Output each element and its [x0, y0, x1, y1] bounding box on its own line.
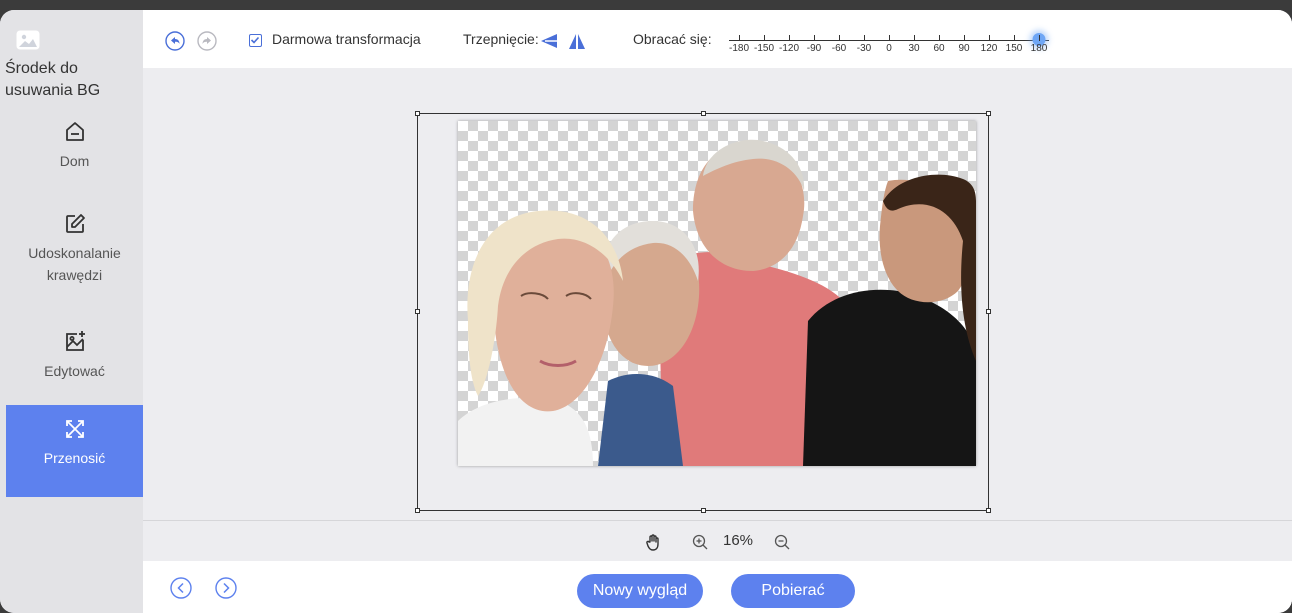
sidebar-item-label: Przenosić: [43, 450, 106, 466]
sidebar-item-label: Udoskonalanie krawędzi: [28, 245, 121, 283]
sidebar: Środek do usuwania BG Dom Udoskonalanie …: [0, 10, 143, 613]
app-title: Środek do usuwania BG: [5, 60, 101, 99]
edit-square-icon: [65, 214, 85, 233]
rotate-tick: [1039, 35, 1040, 41]
people-cutout-image: [458, 139, 976, 466]
rotate-tick: [839, 35, 840, 41]
footer: Nowy wygląd Pobierać: [143, 561, 1292, 613]
rotate-tick-label: -120: [778, 43, 800, 54]
zoom-in-icon[interactable]: [691, 533, 709, 551]
resize-handle-right[interactable]: [986, 309, 991, 314]
rotate-tick: [889, 35, 890, 41]
rotate-tick: [939, 35, 940, 41]
flip-vertical-icon[interactable]: [568, 32, 586, 50]
rotate-tick: [989, 35, 990, 41]
resize-handle-bottom-left[interactable]: [415, 508, 420, 513]
rotate-tick: [789, 35, 790, 41]
rotate-tick-label: 60: [933, 43, 945, 54]
flip-horizontal-icon[interactable]: [539, 33, 559, 49]
sidebar-item-home[interactable]: Dom: [6, 120, 143, 190]
rotate-tick-label: 180: [1030, 43, 1048, 54]
resize-handle-top[interactable]: [701, 111, 706, 116]
chevron-left-icon[interactable]: [170, 577, 192, 599]
zoom-bar: 16%: [143, 521, 1292, 561]
rotate-label: Obracać się:: [633, 31, 712, 47]
rotate-tick: [739, 35, 740, 41]
rotate-tick-label: -60: [831, 43, 847, 54]
home-icon: [65, 122, 84, 141]
redo-icon[interactable]: [197, 31, 217, 51]
rotate-tick: [764, 35, 765, 41]
zoom-out-icon[interactable]: [773, 533, 791, 551]
resize-handle-left[interactable]: [415, 309, 420, 314]
sidebar-item-edit[interactable]: Edytować: [6, 330, 143, 402]
move-arrows-icon: [65, 420, 84, 438]
rotate-tick-label: 0: [886, 43, 892, 54]
rotate-tick-label: -30: [856, 43, 872, 54]
sidebar-item-edge-refine[interactable]: Udoskonalanie krawędzi: [6, 212, 143, 304]
rotate-tick-label: 30: [908, 43, 920, 54]
chevron-right-icon[interactable]: [215, 577, 237, 599]
rotate-slider[interactable]: -180 -150 -120 -90 -60 -30 0 30 60 90 120 150 180: [729, 28, 1059, 58]
zoom-value: 16%: [723, 532, 754, 549]
free-transform-checkbox[interactable]: [249, 34, 262, 47]
rotate-tick: [864, 35, 865, 41]
rotate-tick: [814, 35, 815, 41]
rotate-tick-label: -180: [728, 43, 750, 54]
check-icon: [250, 36, 260, 44]
rotate-tick-label: 120: [980, 43, 998, 54]
hand-icon[interactable]: [645, 533, 663, 551]
resize-handle-top-left[interactable]: [415, 111, 420, 116]
sidebar-item-label: Edytować: [44, 363, 105, 379]
resize-handle-top-right[interactable]: [986, 111, 991, 116]
download-button[interactable]: Pobierać: [731, 574, 855, 608]
rotate-tick-label: 150: [1005, 43, 1023, 54]
image-edit-icon: [65, 331, 85, 351]
cutout-photo[interactable]: [458, 121, 976, 466]
app-window: Środek do usuwania BG Dom Udoskonalanie …: [0, 10, 1292, 613]
rotate-tick-label: -90: [806, 43, 822, 54]
canvas-area: [143, 68, 1292, 520]
rotate-tick-label: 90: [958, 43, 970, 54]
toolbar: Darmowa transformacja Trzepnięcie: Obrac…: [143, 10, 1292, 68]
rotate-tick: [964, 35, 965, 41]
sidebar-item-label: Dom: [59, 153, 90, 169]
app-logo-icon: [16, 30, 40, 50]
new-look-button[interactable]: Nowy wygląd: [577, 574, 703, 608]
rotate-tick-label: -150: [753, 43, 775, 54]
undo-icon[interactable]: [165, 31, 185, 51]
rotate-tick: [914, 35, 915, 41]
resize-handle-bottom[interactable]: [701, 508, 706, 513]
sidebar-item-move[interactable]: Przenosić: [6, 405, 143, 497]
rotate-tick: [1014, 35, 1015, 41]
main-panel: Darmowa transformacja Trzepnięcie: Obrac…: [143, 10, 1292, 613]
trim-label: Trzepnięcie:: [463, 31, 539, 47]
free-transform-label: Darmowa transformacja: [272, 31, 421, 47]
resize-handle-bottom-right[interactable]: [986, 508, 991, 513]
